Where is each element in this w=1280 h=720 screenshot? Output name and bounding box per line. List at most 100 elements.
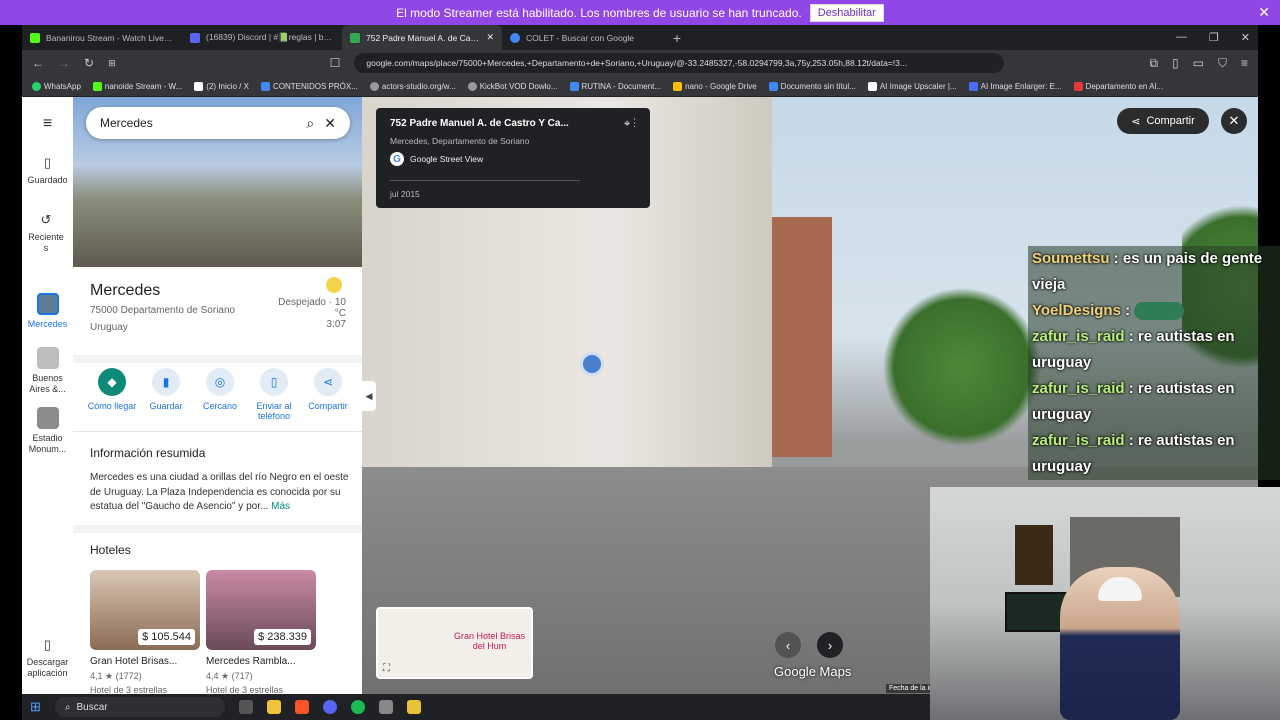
poster-image: [1015, 525, 1053, 585]
discord-icon[interactable]: [322, 700, 337, 714]
sidebar-icon[interactable]: ▯: [1172, 56, 1179, 71]
bookmark-label: KickBot VOD Dowlo...: [479, 81, 558, 91]
hotel-photo: $ 238.339: [206, 570, 316, 650]
shield-icon[interactable]: ⛉: [1218, 56, 1227, 71]
bookmark-item[interactable]: AI Image Enlarger: E...: [968, 81, 1062, 91]
divider: [73, 355, 362, 363]
place-thumbnail: [36, 347, 59, 369]
next-arrow-icon[interactable]: ›: [817, 632, 843, 658]
download-app-button[interactable]: ▯ Descargar aplicación: [22, 637, 73, 679]
recent-buenos-aires[interactable]: Buenos Aires &...: [22, 347, 73, 395]
menu-icon[interactable]: ≡: [1241, 56, 1248, 71]
share-label: Compartir: [1146, 115, 1195, 127]
streetview-share-button[interactable]: ⋖ Compartir: [1117, 108, 1209, 134]
hotel-rating: 4,1 ★ (1772): [90, 671, 142, 681]
bookmark-item[interactable]: nanoide Stream - W...: [92, 81, 182, 91]
recent-mercedes[interactable]: Mercedes: [22, 293, 73, 329]
bookmark-item[interactable]: Departamento en Al...: [1073, 81, 1163, 91]
hotels-heading: Hoteles: [90, 543, 131, 557]
send-to-phone-button[interactable]: ▯ Enviar al teléfono: [247, 368, 301, 421]
hotel-price: $ 105.544: [138, 629, 195, 645]
wallet-icon[interactable]: ▭: [1193, 56, 1204, 71]
back-icon[interactable]: ←: [32, 56, 44, 70]
menu-button[interactable]: ≡: [22, 115, 73, 133]
download-label: Descargar aplicación: [26, 657, 69, 678]
taskbar-search[interactable]: ⌕ Buscar: [54, 697, 225, 717]
bookmark-item[interactable]: CONTENIDOS PRÓX...: [260, 81, 358, 91]
hotel-card[interactable]: $ 105.544 Gran Hotel Brisas... 4,1 ★ (17…: [90, 570, 200, 694]
nearby-button[interactable]: ◎ Cercano: [193, 368, 247, 421]
search-box[interactable]: Mercedes ⌕ ✕: [86, 107, 350, 139]
taskbar-search-label: Buscar: [76, 701, 108, 713]
location-marker-icon[interactable]: [580, 352, 604, 376]
recent-button[interactable]: ↺ Reciente s: [22, 212, 70, 254]
building-image: [772, 217, 832, 457]
reload-icon[interactable]: ↻: [84, 56, 94, 70]
maximize-icon[interactable]: ❐: [1209, 31, 1219, 44]
prev-arrow-icon[interactable]: ‹: [775, 632, 801, 658]
bookmark-label: AI Image Upscaler |...: [879, 81, 957, 91]
search-input[interactable]: Mercedes: [100, 116, 296, 130]
tab-label: (16839) Discord | #📗reglas | banani: [206, 32, 334, 42]
bookmark-item[interactable]: AI Image Upscaler |...: [867, 81, 957, 91]
new-tab-icon[interactable]: +: [662, 30, 692, 46]
action-label: Cómo llegar: [87, 401, 137, 411]
brave-icon[interactable]: [294, 700, 309, 714]
bookmark-item[interactable]: (2) Inicio / X: [194, 81, 249, 91]
streetview-source: G Google Street View: [390, 152, 636, 166]
pin-icon[interactable]: ⌖ ⋮: [624, 118, 636, 131]
tab-discord[interactable]: (16839) Discord | #📗reglas | banani: [182, 25, 342, 50]
close-streetview-icon[interactable]: ✕: [1221, 108, 1247, 134]
forward-icon[interactable]: →: [58, 56, 70, 70]
recent-estadio[interactable]: Estadio Monum...: [22, 407, 73, 455]
weather-info: Despejado · 10 °C 3:07: [278, 297, 346, 330]
disable-streamer-button[interactable]: Deshabilitar: [809, 3, 884, 22]
share-button[interactable]: ⋖ Compartir: [301, 368, 355, 421]
buenos-aires-label: Buenos Aires &...: [29, 373, 66, 394]
save-button[interactable]: ▮ Guardar: [139, 368, 193, 421]
search-icon[interactable]: ⌕: [306, 115, 314, 132]
bookmark-item[interactable]: nano - Google Drive: [673, 81, 757, 91]
bookmark-item[interactable]: WhatsApp: [32, 81, 81, 91]
file-explorer-icon[interactable]: [266, 700, 281, 714]
close-window-icon[interactable]: ✕: [1241, 31, 1250, 44]
url-field[interactable]: google.com/maps/place/75000+Mercedes,+De…: [354, 53, 1005, 73]
bookmark-item[interactable]: Documento sin títul...: [768, 81, 856, 91]
bookmark-item[interactable]: KickBot VOD Dowlo...: [467, 81, 558, 91]
minimize-icon[interactable]: —: [1176, 31, 1187, 44]
tab-google-search[interactable]: COLET - Buscar con Google: [502, 25, 662, 50]
clear-search-icon[interactable]: ✕: [324, 115, 336, 132]
expand-icon[interactable]: ⛶: [383, 663, 390, 674]
minimap[interactable]: Gran Hotel Brisas del Hum ⛶: [376, 607, 533, 679]
bookmark-label: nano - Google Drive: [685, 81, 757, 91]
apps-grid-icon[interactable]: ⊞: [108, 58, 116, 69]
app-icon[interactable]: [378, 700, 393, 714]
close-icon[interactable]: ✕: [1258, 4, 1270, 21]
bookmark-item[interactable]: RUTINA - Document...: [569, 81, 661, 91]
saved-button[interactable]: ▯ Guardado: [22, 155, 73, 185]
tab-google-maps[interactable]: 752 Padre Manuel A. de Castro Y ✕: [342, 25, 502, 50]
tab-bananirou[interactable]: Bananirou Stream - Watch Live on: [22, 25, 182, 50]
more-link[interactable]: Más: [271, 501, 290, 512]
close-tab-icon[interactable]: ✕: [486, 32, 494, 43]
source-label: Google Street View: [410, 154, 484, 164]
directions-button[interactable]: ◆ Cómo llegar: [85, 368, 139, 421]
hotel-card[interactable]: $ 238.339 Mercedes Rambla... 4,4 ★ (717)…: [206, 570, 316, 694]
divider: [73, 525, 362, 533]
bookmark-item[interactable]: actors-studio.org/w...: [369, 81, 456, 91]
minimap-label: Gran Hotel Brisas del Hum: [453, 631, 526, 651]
app-icon[interactable]: [406, 700, 421, 714]
collapse-panel-button[interactable]: ◀: [362, 381, 376, 411]
place-address: 75000 Departamento de Soriano Uruguay: [90, 303, 240, 335]
bookmark-label: WhatsApp: [44, 81, 81, 91]
docs-icon: [569, 81, 579, 91]
extensions-icon[interactable]: ⧉: [1149, 56, 1158, 71]
task-view-icon[interactable]: [238, 700, 253, 714]
chat-user: zafur_is_raid: [1032, 380, 1125, 397]
spotify-icon[interactable]: [350, 700, 365, 714]
kick-icon: [30, 32, 40, 43]
bookmark-icon[interactable]: ☐: [330, 56, 341, 70]
hotel-name: Gran Hotel Brisas...: [90, 656, 178, 667]
hotel-price: $ 238.339: [254, 629, 311, 645]
windows-start-icon[interactable]: ⊞: [30, 699, 41, 715]
